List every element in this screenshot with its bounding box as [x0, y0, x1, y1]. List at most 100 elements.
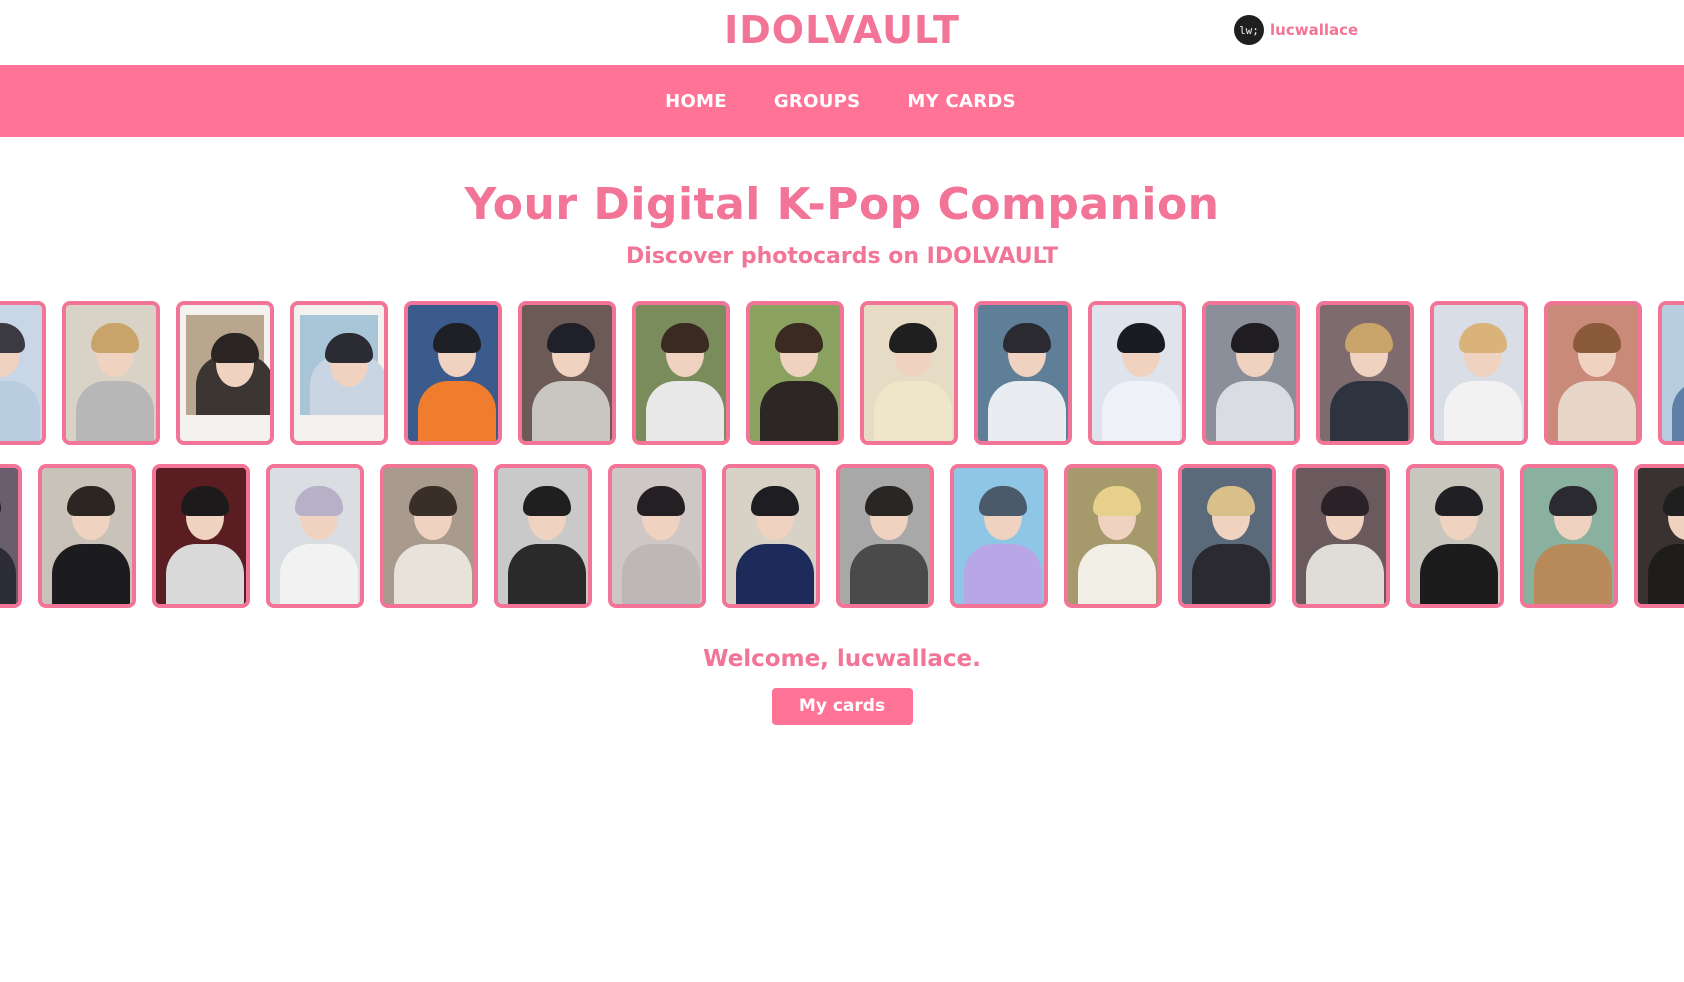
photocard[interactable] [38, 464, 136, 608]
photocard[interactable] [404, 301, 502, 445]
nav-groups-link[interactable]: GROUPS [774, 91, 861, 112]
photocard-figure-body [418, 381, 496, 441]
photocard[interactable] [1658, 301, 1684, 445]
photocard[interactable] [1634, 464, 1684, 608]
photocard[interactable] [950, 464, 1048, 608]
photocard-image [1638, 468, 1684, 604]
photocard-image [1296, 468, 1386, 604]
hero-title: Your Digital K-Pop Companion [464, 179, 1220, 230]
photocard[interactable] [1520, 464, 1618, 608]
photocard-figure-hair [637, 486, 685, 516]
site-logo[interactable]: IDOLVAULT [0, 8, 1684, 52]
photocard-figure-body [850, 544, 928, 604]
photocard-figure-body [874, 381, 952, 441]
cta-wrap: My cards [0, 688, 1684, 725]
photocard-image [1410, 468, 1500, 604]
photocard-figure-hair [1435, 486, 1483, 516]
photocard[interactable] [608, 464, 706, 608]
photocard-carousel-row-2 [0, 464, 1684, 608]
photocard-figure-body [1534, 544, 1612, 604]
photocard-figure-hair [1231, 323, 1279, 353]
photocard[interactable] [266, 464, 364, 608]
photocard-image [840, 468, 930, 604]
photocard-image [0, 305, 42, 441]
photocard-figure-body [622, 544, 700, 604]
photocard[interactable] [62, 301, 160, 445]
photocard-image [270, 468, 360, 604]
photocard-image [1548, 305, 1638, 441]
photocard-figure-body [52, 544, 130, 604]
photocard-image [42, 468, 132, 604]
photocard[interactable] [380, 464, 478, 608]
photocard-figure-hair [1549, 486, 1597, 516]
photocard-image [498, 468, 588, 604]
photocard-image [384, 468, 474, 604]
photocard-image [1320, 305, 1410, 441]
photocard[interactable] [836, 464, 934, 608]
photocard-image [750, 305, 840, 441]
photocard[interactable] [0, 301, 46, 445]
nav-home-link[interactable]: HOME [665, 91, 727, 112]
username-label[interactable]: lucwallace [1270, 21, 1358, 39]
photocard-figure-hair [1345, 323, 1393, 353]
photocard-figure-hair [0, 323, 25, 353]
photocard[interactable] [722, 464, 820, 608]
photocard-figure-hair [547, 323, 595, 353]
photocard[interactable] [290, 301, 388, 445]
photocard-figure-hair [67, 486, 115, 516]
photocard-image [522, 305, 612, 441]
photocard-image [636, 305, 726, 441]
photocard-figure-body [1192, 544, 1270, 604]
photocard-figure-hair [433, 323, 481, 353]
photocard[interactable] [494, 464, 592, 608]
photocard-image [0, 468, 18, 604]
hero-subtitle: Discover photocards on IDOLVAULT [626, 244, 1058, 269]
photocard-image [300, 315, 384, 415]
photocard-figure-body [1216, 381, 1294, 441]
photocard-figure-body [508, 544, 586, 604]
photocard[interactable] [632, 301, 730, 445]
photocard-figure-hair [0, 486, 1, 516]
photocard[interactable] [746, 301, 844, 445]
photocard-figure-body [166, 544, 244, 604]
photocard[interactable] [1544, 301, 1642, 445]
photocard-figure-hair [661, 323, 709, 353]
photocard[interactable] [1292, 464, 1390, 608]
photocard[interactable] [1064, 464, 1162, 608]
photocard[interactable] [1406, 464, 1504, 608]
photocard-figure-body [1102, 381, 1180, 441]
photocard-figure-body [1558, 381, 1636, 441]
user-avatar[interactable]: lw; [1234, 15, 1264, 45]
photocard[interactable] [176, 301, 274, 445]
user-menu[interactable]: lw; lucwallace [1234, 15, 1358, 45]
photocard[interactable] [1178, 464, 1276, 608]
photocard-figure-body [1420, 544, 1498, 604]
photocard-figure-hair [979, 486, 1027, 516]
photocard-figure-body [1078, 544, 1156, 604]
photocard-image [612, 468, 702, 604]
photocard[interactable] [1316, 301, 1414, 445]
my-cards-button[interactable]: My cards [771, 688, 913, 725]
photocard-figure-body [532, 381, 610, 441]
photocard[interactable] [860, 301, 958, 445]
photocard[interactable] [1202, 301, 1300, 445]
photocard[interactable] [974, 301, 1072, 445]
photocard-image [726, 468, 816, 604]
photocard-image [954, 468, 1044, 604]
photocard[interactable] [1088, 301, 1186, 445]
photocard-figure-body [736, 544, 814, 604]
photocard-figure-body [280, 544, 358, 604]
photocard[interactable] [1430, 301, 1528, 445]
photocard-image [156, 468, 246, 604]
photocard-image [1524, 468, 1614, 604]
photocard-figure-body [1648, 544, 1684, 604]
photocard[interactable] [518, 301, 616, 445]
photocard-figure-body [988, 381, 1066, 441]
photocard-figure-hair [181, 486, 229, 516]
photocard[interactable] [152, 464, 250, 608]
photocard-figure-hair [751, 486, 799, 516]
photocard-figure-hair [1003, 323, 1051, 353]
nav-my-cards-link[interactable]: MY CARDS [907, 91, 1016, 112]
photocard-figure-hair [523, 486, 571, 516]
photocard[interactable] [0, 464, 22, 608]
